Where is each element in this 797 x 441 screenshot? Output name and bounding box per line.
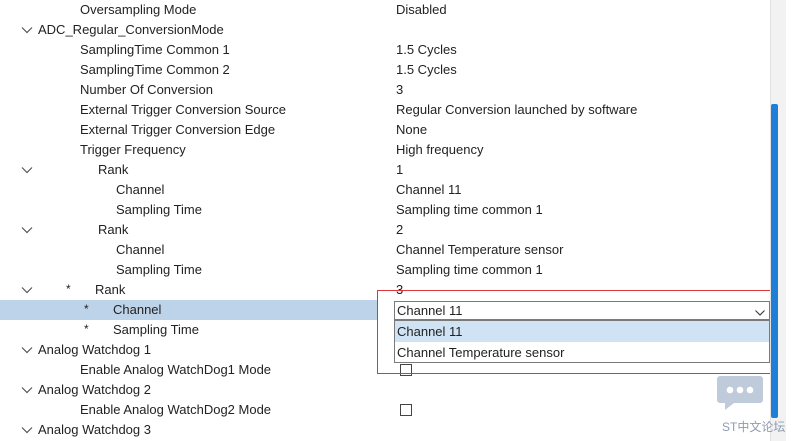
chevron-down-icon[interactable] <box>20 343 34 357</box>
param-value[interactable]: 1.5 Cycles <box>396 62 457 78</box>
param-label: External Trigger Conversion Edge <box>80 122 276 137</box>
group-rank-2[interactable]: Rank 2 <box>0 220 770 240</box>
param-label: External Trigger Conversion Source <box>80 102 286 117</box>
watchdog1-checkbox[interactable] <box>400 364 412 376</box>
param-label: Sampling Time <box>116 202 202 217</box>
chevron-down-icon[interactable] <box>20 223 34 237</box>
combobox-value: Channel 11 <box>397 303 463 318</box>
param-value[interactable]: Channel 11 <box>396 182 462 198</box>
param-label: Sampling Time <box>113 322 199 337</box>
group-rank-1[interactable]: Rank 1 <box>0 160 770 180</box>
group-analog-watchdog-3[interactable]: Analog Watchdog 3 <box>0 420 770 440</box>
row-external-trigger-edge[interactable]: External Trigger Conversion Edge None <box>0 120 770 140</box>
param-label: Enable Analog WatchDog2 Mode <box>80 402 272 417</box>
param-value: 3 <box>396 282 404 297</box>
param-label: SamplingTime Common 1 <box>80 42 230 57</box>
channel-dropdown-list: Channel 11 Channel Temperature sensor <box>394 320 770 363</box>
param-value[interactable]: Channel Temperature sensor <box>396 242 563 258</box>
group-label: ADC_Regular_ConversionMode <box>38 22 224 37</box>
param-label: Channel <box>113 302 162 317</box>
group-label: Analog Watchdog 3 <box>38 422 151 437</box>
forum-logo-icon <box>716 374 764 412</box>
chevron-down-icon[interactable] <box>20 23 34 37</box>
group-label: Analog Watchdog 2 <box>38 382 151 397</box>
group-label: Analog Watchdog 1 <box>38 342 151 357</box>
param-value[interactable]: 1.5 Cycles <box>396 42 457 58</box>
row-sampling-time-common-2[interactable]: SamplingTime Common 2 1.5 Cycles <box>0 60 770 80</box>
row-external-trigger-source[interactable]: External Trigger Conversion Source Regul… <box>0 100 770 120</box>
group-label: Rank <box>95 282 126 297</box>
row-rank-3-channel[interactable]: * Channel Channel 11 <box>0 300 770 320</box>
channel-combobox[interactable]: Channel 11 <box>394 301 770 320</box>
group-analog-watchdog-2[interactable]: Analog Watchdog 2 <box>0 380 770 400</box>
param-value[interactable]: Disabled <box>396 2 447 18</box>
chevron-down-icon[interactable] <box>20 163 34 177</box>
chevron-down-icon[interactable] <box>754 306 766 316</box>
modified-marker: * <box>66 282 71 296</box>
group-label: Rank <box>98 162 129 177</box>
chevron-down-icon[interactable] <box>20 283 34 297</box>
row-rank-1-sampling-time[interactable]: Sampling Time Sampling time common 1 <box>0 200 770 220</box>
modified-marker: * <box>84 302 89 316</box>
row-rank-1-channel[interactable]: Channel Channel 11 <box>0 180 770 200</box>
row-number-of-conversion[interactable]: Number Of Conversion 3 <box>0 80 770 100</box>
parameter-tree: Oversampling Mode Disabled ADC_Regular_C… <box>0 0 780 441</box>
row-enable-watchdog1[interactable]: Enable Analog WatchDog1 Mode <box>0 360 770 380</box>
param-label: Channel <box>116 242 165 257</box>
watermark-text: ST中文论坛 <box>722 420 786 434</box>
group-adc-regular-conversion-mode[interactable]: ADC_Regular_ConversionMode <box>0 20 770 40</box>
row-rank-2-sampling-time[interactable]: Sampling Time Sampling time common 1 <box>0 260 770 280</box>
param-label: Enable Analog WatchDog1 Mode <box>80 362 272 377</box>
param-value[interactable]: Sampling time common 1 <box>396 262 543 278</box>
row-trigger-frequency[interactable]: Trigger Frequency High frequency <box>0 140 770 160</box>
row-enable-watchdog2[interactable]: Enable Analog WatchDog2 Mode <box>0 400 770 420</box>
group-label: Rank <box>98 222 129 237</box>
dropdown-option-channel-11[interactable]: Channel 11 <box>395 321 769 342</box>
param-label: Number Of Conversion <box>80 82 213 97</box>
watchdog2-checkbox[interactable] <box>400 404 412 416</box>
param-label: Sampling Time <box>116 262 202 277</box>
param-label: Channel <box>116 182 165 197</box>
param-value: 2 <box>396 222 404 237</box>
chevron-down-icon[interactable] <box>20 423 34 437</box>
scrollbar-thumb[interactable] <box>771 104 778 418</box>
param-label: Trigger Frequency <box>80 142 186 157</box>
right-margin <box>786 0 797 441</box>
param-value[interactable]: 3 <box>396 82 403 98</box>
chevron-down-icon[interactable] <box>20 383 34 397</box>
param-value[interactable]: Sampling time common 1 <box>396 202 543 218</box>
param-label: SamplingTime Common 2 <box>80 62 230 77</box>
row-sampling-time-common-1[interactable]: SamplingTime Common 1 1.5 Cycles <box>0 40 770 60</box>
modified-marker: * <box>84 322 89 336</box>
param-value[interactable]: High frequency <box>396 142 483 158</box>
dropdown-option-temperature-sensor[interactable]: Channel Temperature sensor <box>395 342 769 363</box>
param-value: 1 <box>396 162 404 177</box>
group-rank-3[interactable]: * Rank 3 <box>0 280 770 300</box>
row-oversampling-mode[interactable]: Oversampling Mode Disabled <box>0 0 770 20</box>
param-label: Oversampling Mode <box>80 2 197 17</box>
param-value[interactable]: Regular Conversion launched by software <box>396 102 637 118</box>
param-value[interactable]: None <box>396 122 427 138</box>
row-rank-2-channel[interactable]: Channel Channel Temperature sensor <box>0 240 770 260</box>
